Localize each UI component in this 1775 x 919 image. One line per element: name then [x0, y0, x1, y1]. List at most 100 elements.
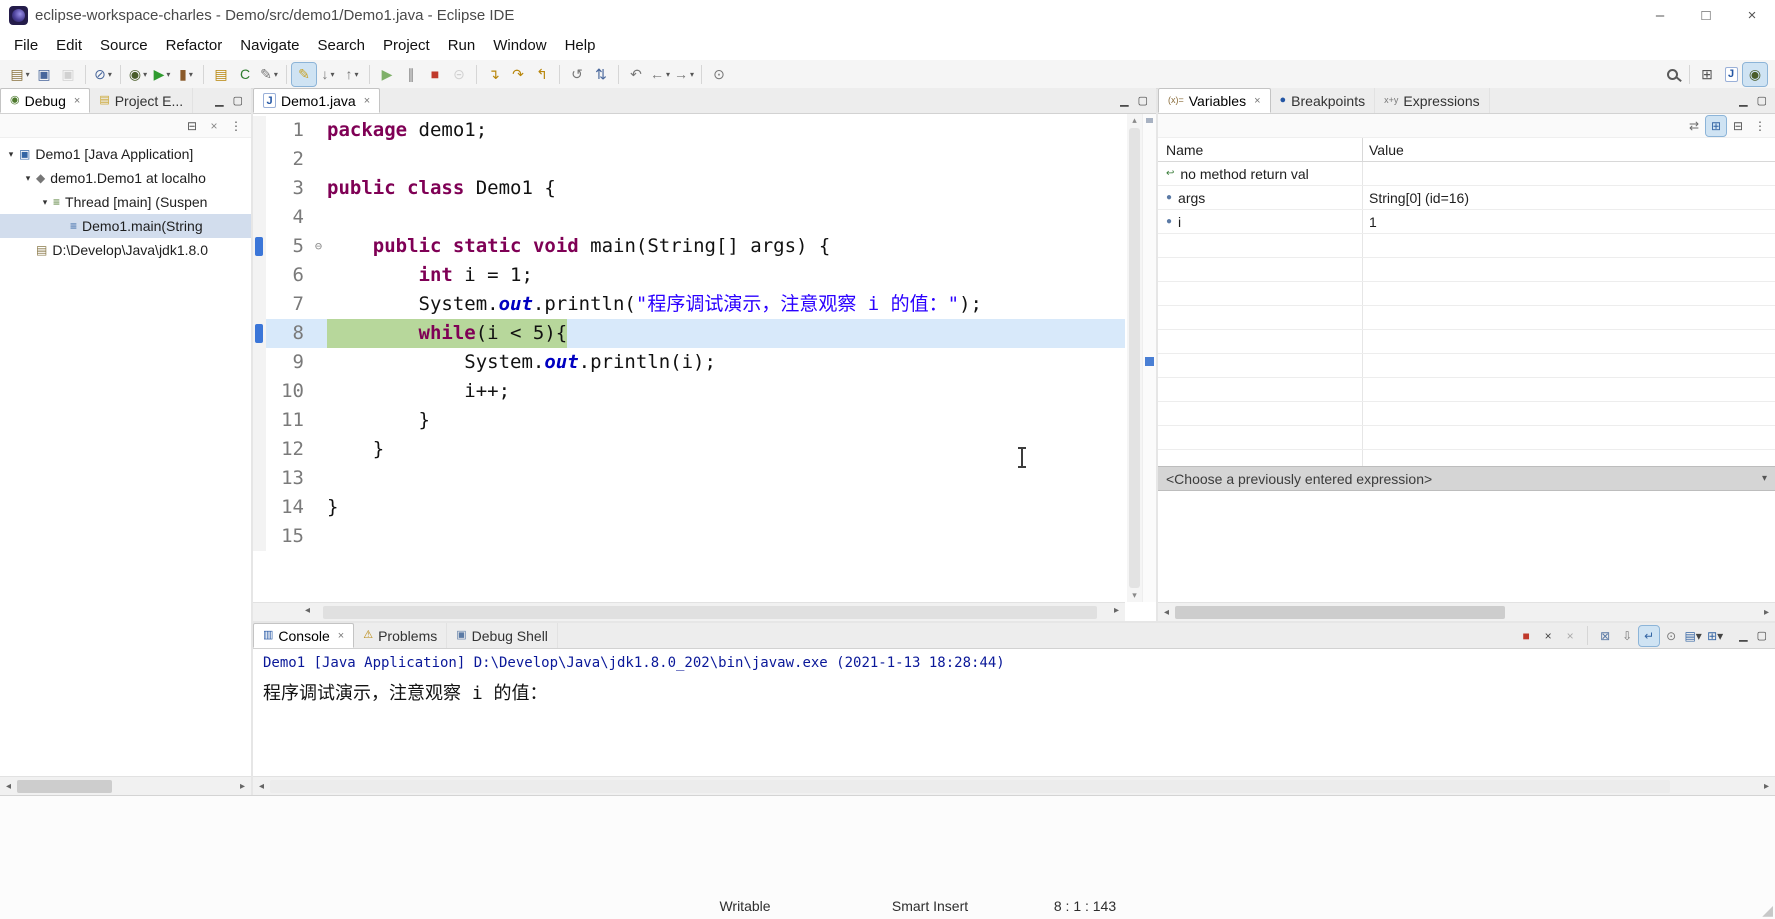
remove-all-terminated-icon[interactable]: ×	[1560, 626, 1580, 646]
disconnect-icon[interactable]: ⊝	[447, 63, 471, 86]
java-perspective-icon[interactable]: J	[1719, 63, 1743, 86]
maximize-view-icon[interactable]: ▢	[233, 94, 243, 107]
previous-annotation-icon[interactable]: ↑ ▾	[340, 63, 364, 86]
open-perspective-icon[interactable]: ⊞	[1695, 63, 1719, 86]
code-line[interactable]: 13	[253, 464, 1125, 493]
tab-debug[interactable]: ◉ Debug ×	[0, 88, 91, 113]
debug-perspective-icon[interactable]: ◉	[1742, 61, 1768, 87]
step-over-icon[interactable]: ↷	[506, 63, 530, 86]
maximize-view-icon[interactable]: ▢	[1138, 94, 1148, 107]
scroll-right-icon[interactable]: ▸	[1758, 781, 1775, 792]
last-edit-location-icon[interactable]: ↶	[624, 63, 648, 86]
scrollbar-thumb[interactable]	[17, 779, 112, 793]
menu-refactor[interactable]: Refactor	[157, 32, 232, 59]
terminate-icon[interactable]: ■	[1516, 626, 1536, 646]
collapse-all-icon[interactable]: ⊟	[182, 116, 202, 136]
new-wizard-icon[interactable]: ▤ ▾	[8, 63, 32, 86]
open-console-icon[interactable]: ⊞ ▾	[1705, 626, 1725, 646]
scroll-right-icon[interactable]: ▸	[234, 781, 251, 792]
tree-expander-icon[interactable]: ▾	[21, 173, 35, 184]
scroll-up-icon[interactable]: ▴	[1127, 115, 1142, 126]
scroll-left-icon[interactable]: ◂	[305, 605, 310, 616]
view-menu-icon[interactable]: ⋮	[1750, 116, 1770, 136]
menu-window[interactable]: Window	[484, 32, 555, 59]
code-line[interactable]: 11 }	[253, 406, 1125, 435]
editor-hscrollbar[interactable]: ◂ ▸	[253, 602, 1125, 621]
variable-row[interactable]: ● args String[0] (id=16)	[1158, 186, 1775, 210]
variables-hscrollbar[interactable]: ◂ ▸	[1158, 602, 1775, 621]
tab-project-explorer[interactable]: ▤ Project E...	[90, 88, 194, 113]
column-header-value[interactable]: Value	[1363, 138, 1775, 161]
variable-detail-pane[interactable]	[1158, 492, 1775, 602]
display-selected-console-icon[interactable]: ▤ ▾	[1683, 626, 1703, 646]
scroll-left-icon[interactable]: ◂	[1158, 607, 1175, 618]
menu-edit[interactable]: Edit	[47, 32, 91, 59]
editor-vscrollbar[interactable]: ▴ ▾	[1127, 114, 1142, 602]
code-line[interactable]: 10 i++;	[253, 377, 1125, 406]
tab-breakpoints[interactable]: ● Breakpoints	[1271, 88, 1376, 113]
scrollbar-thumb[interactable]	[323, 606, 1097, 619]
menu-help[interactable]: Help	[556, 32, 605, 59]
scroll-down-icon[interactable]: ▾	[1127, 590, 1142, 601]
current-line-overview-marker[interactable]	[1145, 357, 1154, 366]
column-header-name[interactable]: Name	[1158, 138, 1363, 161]
close-tab-icon[interactable]: ×	[1254, 95, 1260, 107]
save-all-icon[interactable]: ▣	[56, 63, 80, 86]
coverage-icon[interactable]: ▮ ▾	[174, 63, 198, 86]
maximize-window-button[interactable]: □	[1683, 0, 1729, 30]
code-line[interactable]: 12 }	[253, 435, 1125, 464]
use-step-filters-icon[interactable]: ⇅	[589, 63, 613, 86]
close-window-button[interactable]: ×	[1729, 0, 1775, 30]
minimize-window-button[interactable]: –	[1637, 0, 1683, 30]
forward-icon[interactable]: → ▾	[672, 63, 696, 86]
debug-view-hscrollbar[interactable]: ◂ ▸	[0, 776, 251, 795]
resume-icon[interactable]: ▶	[375, 63, 399, 86]
close-tab-icon[interactable]: ×	[338, 630, 344, 642]
minimize-view-icon[interactable]: ▁	[1739, 629, 1747, 642]
code-line[interactable]: 6 int i = 1;	[253, 261, 1125, 290]
save-icon[interactable]: ▣	[32, 63, 56, 86]
code-line[interactable]: 5 ⊖ public static void main(String[] args…	[253, 232, 1125, 261]
run-icon[interactable]: ▶ ▾	[150, 63, 174, 86]
scroll-left-icon[interactable]: ◂	[0, 781, 17, 792]
tab-console[interactable]: ▥ Console ×	[253, 623, 355, 648]
tree-item[interactable]: ≡ Demo1.main(String	[0, 214, 251, 238]
clear-console-icon[interactable]: ⊠	[1595, 626, 1615, 646]
menu-file[interactable]: File	[5, 32, 47, 59]
show-type-names-icon[interactable]: ⇄	[1684, 116, 1704, 136]
tree-item[interactable]: ▾ ▣ Demo1 [Java Application]	[0, 142, 251, 166]
tab-problems[interactable]: ⚠ Problems	[354, 623, 448, 648]
tree-item[interactable]: ▤ D:\Develop\Java\jdk1.8.0	[0, 238, 251, 262]
code-line[interactable]: 8 while(i < 5){	[253, 319, 1125, 348]
console-output[interactable]: Demo1 [Java Application] D:\Develop\Java…	[253, 649, 1775, 776]
fold-collapse-icon[interactable]: ⊖	[310, 232, 327, 261]
step-into-icon[interactable]: ↴	[482, 63, 506, 86]
collapse-all-icon[interactable]: ⊟	[1728, 116, 1748, 136]
new-java-project-icon[interactable]: ▤	[209, 63, 233, 86]
menu-source[interactable]: Source	[91, 32, 157, 59]
pin-console-icon[interactable]: ⊙	[1661, 626, 1681, 646]
tab-expressions[interactable]: x+y Expressions	[1375, 88, 1490, 113]
maximize-view-icon[interactable]: ▢	[1757, 94, 1767, 107]
code-line[interactable]: 2	[253, 145, 1125, 174]
tab-demo1-java[interactable]: J Demo1.java ×	[253, 88, 381, 113]
suspend-icon[interactable]: ∥	[399, 63, 423, 86]
scrollbar-thumb[interactable]	[1175, 605, 1505, 619]
menu-navigate[interactable]: Navigate	[231, 32, 308, 59]
skip-all-breakpoints-icon[interactable]: ⊘ ▾	[91, 63, 115, 86]
code-line[interactable]: 15	[253, 522, 1125, 551]
tree-item[interactable]: ▾ ≡ Thread [main] (Suspen	[0, 190, 251, 214]
minimize-view-icon[interactable]: ▁	[215, 94, 223, 107]
new-java-class-icon[interactable]: C	[233, 63, 257, 86]
toggle-mark-occurrences-icon[interactable]: ✎	[291, 61, 317, 87]
next-annotation-icon[interactable]: ↓ ▾	[316, 63, 340, 86]
maximize-view-icon[interactable]: ▢	[1757, 629, 1767, 642]
menu-project[interactable]: Project	[374, 32, 439, 59]
code-line[interactable]: 9 System.out.println(i);	[253, 348, 1125, 377]
drop-to-frame-icon[interactable]: ↺	[565, 63, 589, 86]
open-task-icon[interactable]: ✎ ▾	[257, 63, 281, 86]
menu-run[interactable]: Run	[439, 32, 485, 59]
step-return-icon[interactable]: ↰	[530, 63, 554, 86]
expression-combo[interactable]: <Choose a previously entered expression>…	[1158, 466, 1775, 491]
view-menu-icon[interactable]: ⋮	[226, 116, 246, 136]
